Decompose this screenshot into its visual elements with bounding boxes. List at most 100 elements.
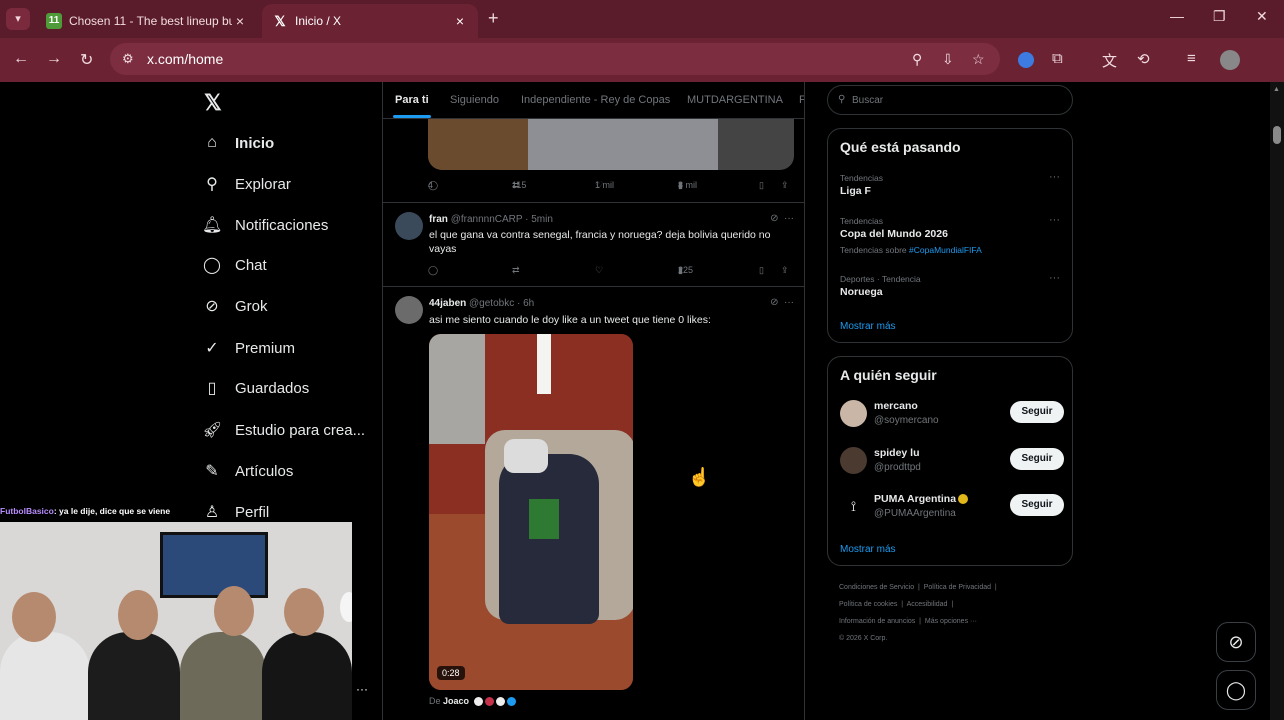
tab-independiente[interactable]: Independiente - Rey de Copas xyxy=(521,94,670,106)
trend-name[interactable]: Copa del Mundo 2026 xyxy=(840,228,948,240)
reply-icon[interactable]: ◯ xyxy=(428,265,438,276)
tab-more[interactable]: F xyxy=(799,94,804,106)
grok-fab-icon[interactable]: ⊘ xyxy=(1216,622,1256,662)
footer-more-options[interactable]: Más opciones ··· xyxy=(925,618,977,625)
trend-hashtag[interactable]: #CopaMundialFIFA xyxy=(909,245,982,255)
from-name[interactable]: Joaco xyxy=(443,696,469,706)
nav-label: Artículos xyxy=(235,462,294,480)
translate-icon[interactable]: 文 xyxy=(1102,50,1117,71)
grok-and-more-icons[interactable]: ⊘ ··· xyxy=(770,297,794,308)
previous-tweet-media[interactable] xyxy=(428,118,794,170)
author-name[interactable]: 44jaben xyxy=(429,298,466,309)
nav-item-premium[interactable]: ✓ Premium xyxy=(202,332,295,364)
bookmark-tweet-icon[interactable]: ▯ xyxy=(759,265,764,276)
nav-item-explorar[interactable]: ⚲ Explorar xyxy=(202,168,291,200)
repost-icon[interactable]: ⇄ xyxy=(512,265,520,276)
follow-suggestion[interactable]: ⟟ PUMA Argentina @PUMAArgentina Seguir xyxy=(840,489,1064,523)
avatar[interactable] xyxy=(840,400,867,427)
site-settings-icon[interactable]: ⚙ xyxy=(122,51,134,67)
nav-item-articulos[interactable]: ✎ Artículos xyxy=(202,455,293,487)
bookmark-star-icon[interactable]: ☆ xyxy=(972,51,985,68)
tweet-text: asi me siento cuando le doy like a un tw… xyxy=(429,314,711,326)
grok-and-more-icons[interactable]: ⊘ ··· xyxy=(770,213,794,224)
copyright: © 2026 X Corp. xyxy=(839,635,888,642)
trend-name[interactable]: Noruega xyxy=(840,286,883,298)
webcam-person xyxy=(12,592,56,642)
tab-x-home[interactable]: 𝕏 Inicio / X × xyxy=(262,4,478,38)
trend-name[interactable]: Liga F xyxy=(840,185,871,197)
profile-avatar[interactable] xyxy=(1220,50,1240,70)
bookmark-tweet-icon[interactable]: ▯ xyxy=(759,180,764,191)
back-icon[interactable]: ← xyxy=(13,50,29,68)
tweet-video[interactable]: 0:28 xyxy=(429,334,633,690)
avatar[interactable] xyxy=(840,447,867,474)
tab-para-ti[interactable]: Para ti xyxy=(395,94,429,106)
address-bar[interactable]: ⚙ x.com/home ⚲ ⇩ ☆ xyxy=(110,43,1000,75)
avatar[interactable] xyxy=(395,212,423,240)
author-name[interactable]: fran xyxy=(429,214,448,225)
extensions-puzzle-icon[interactable]: ⧉ xyxy=(1052,50,1063,67)
nav-label: Premium xyxy=(235,339,296,357)
nav-item-grok[interactable]: ⊘ Grok xyxy=(202,290,267,322)
follow-suggestion[interactable]: mercano @soymercano Seguir xyxy=(840,396,1064,430)
close-window-icon[interactable]: ✕ xyxy=(1256,8,1268,25)
who-show-more-link[interactable]: Mostrar más xyxy=(840,544,896,555)
share-icon[interactable]: ⇪ xyxy=(781,180,789,191)
follow-button[interactable]: Seguir xyxy=(1010,494,1064,516)
nav-item-chat[interactable]: ◯ Chat xyxy=(202,249,267,281)
media-controls-icon[interactable]: ≡ xyxy=(1187,50,1196,67)
tab-chosen11[interactable]: 11 Chosen 11 - The best lineup bu × xyxy=(36,4,258,38)
minimize-icon[interactable]: — xyxy=(1170,8,1184,24)
close-tab-icon[interactable]: × xyxy=(452,13,468,29)
heart-icon[interactable]: ♡ xyxy=(595,265,603,276)
views-count: 225 xyxy=(678,265,694,275)
suggestion-name[interactable]: mercano xyxy=(874,400,918,412)
zoom-icon[interactable]: ⚲ xyxy=(912,51,922,68)
follow-suggestion[interactable]: spidey lu @prodttpd Seguir xyxy=(840,443,1064,477)
more-icon[interactable]: ··· xyxy=(1049,171,1060,183)
tweet[interactable]: fran @frannnnCARP · 5min ⊘ ··· el que ga… xyxy=(383,202,804,286)
puma-logo-icon[interactable]: ⟟ xyxy=(840,493,867,520)
extension-blue-icon[interactable] xyxy=(1018,52,1034,68)
footer-link[interactable]: Accesibilidad xyxy=(907,601,948,608)
search-input[interactable]: ⚲ Buscar xyxy=(827,85,1073,115)
suggestion-name[interactable]: spidey lu xyxy=(874,447,920,459)
trends-show-more-link[interactable]: Mostrar más xyxy=(840,321,896,332)
scroll-up-icon[interactable]: ▲ xyxy=(1273,86,1280,93)
author-handle[interactable]: @getobkc · 6h xyxy=(469,298,534,309)
nav-item-estudio[interactable]: 🚀︎ Estudio para crea... xyxy=(202,414,365,446)
footer-link[interactable]: Condiciones de Servicio xyxy=(839,584,914,591)
author-handle[interactable]: @frannnnCARP · 5min xyxy=(451,214,553,225)
webcam-person xyxy=(118,590,158,640)
more-icon[interactable]: ··· xyxy=(1049,272,1060,284)
footer-link[interactable]: Política de cookies xyxy=(839,601,897,608)
close-tab-icon[interactable]: × xyxy=(232,13,248,29)
forward-icon[interactable]: → xyxy=(46,50,62,68)
new-tab-icon[interactable]: + xyxy=(488,8,499,29)
tab-siguiendo[interactable]: Siguiendo xyxy=(450,94,499,106)
footer-link[interactable]: Política de Privacidad xyxy=(924,584,991,591)
scrollbar[interactable]: ▲ xyxy=(1270,82,1284,720)
restore-icon[interactable]: ❐ xyxy=(1213,8,1226,25)
video-duration: 0:28 xyxy=(437,666,465,680)
suggestion-name[interactable]: PUMA Argentina xyxy=(874,493,969,505)
footer-link[interactable]: Información de anuncios xyxy=(839,618,915,625)
tab-mutdargentina[interactable]: MUTDARGENTINA xyxy=(687,94,783,106)
install-icon[interactable]: ⇩ xyxy=(942,51,954,68)
tab-search-button[interactable]: ▾ xyxy=(6,8,30,30)
avatar[interactable] xyxy=(395,296,423,324)
reload-icon[interactable]: ↻ xyxy=(80,50,93,70)
follow-button[interactable]: Seguir xyxy=(1010,401,1064,423)
nav-item-inicio[interactable]: ⌂ Inicio xyxy=(202,127,274,159)
follow-button[interactable]: Seguir xyxy=(1010,448,1064,470)
x-logo-icon[interactable]: 𝕏 xyxy=(204,90,222,116)
trends-title: Qué está pasando xyxy=(840,139,961,155)
share-icon[interactable]: ⇪ xyxy=(781,265,789,276)
messages-fab-icon[interactable]: ◯ xyxy=(1216,670,1256,710)
history-icon[interactable]: ⟲ xyxy=(1137,50,1150,68)
scroll-thumb[interactable] xyxy=(1273,126,1281,144)
nav-item-notificaciones[interactable]: 🔔︎ Notificaciones xyxy=(202,209,328,241)
nav-item-guardados[interactable]: ▯ Guardados xyxy=(202,372,310,404)
more-icon[interactable]: ··· xyxy=(1049,214,1060,226)
verified-icon xyxy=(506,697,516,707)
